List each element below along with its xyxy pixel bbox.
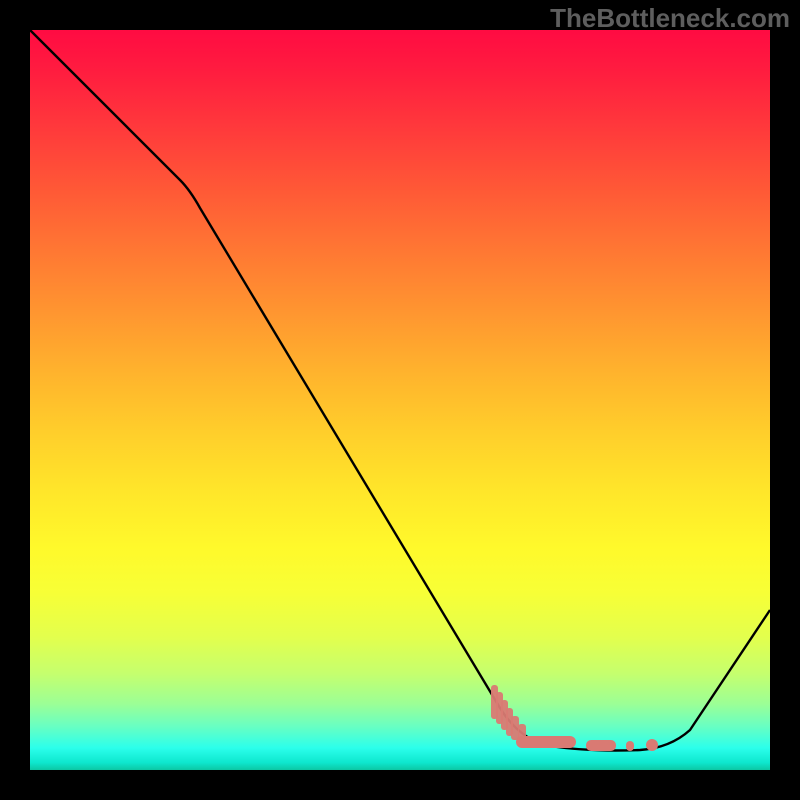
chart-frame: TheBottleneck.com	[0, 0, 800, 800]
bottleneck-curve	[30, 30, 770, 751]
optimal-zone-marker	[491, 685, 658, 751]
plot-area	[30, 30, 770, 770]
curve-layer	[30, 30, 770, 770]
watermark-text: TheBottleneck.com	[550, 3, 790, 34]
